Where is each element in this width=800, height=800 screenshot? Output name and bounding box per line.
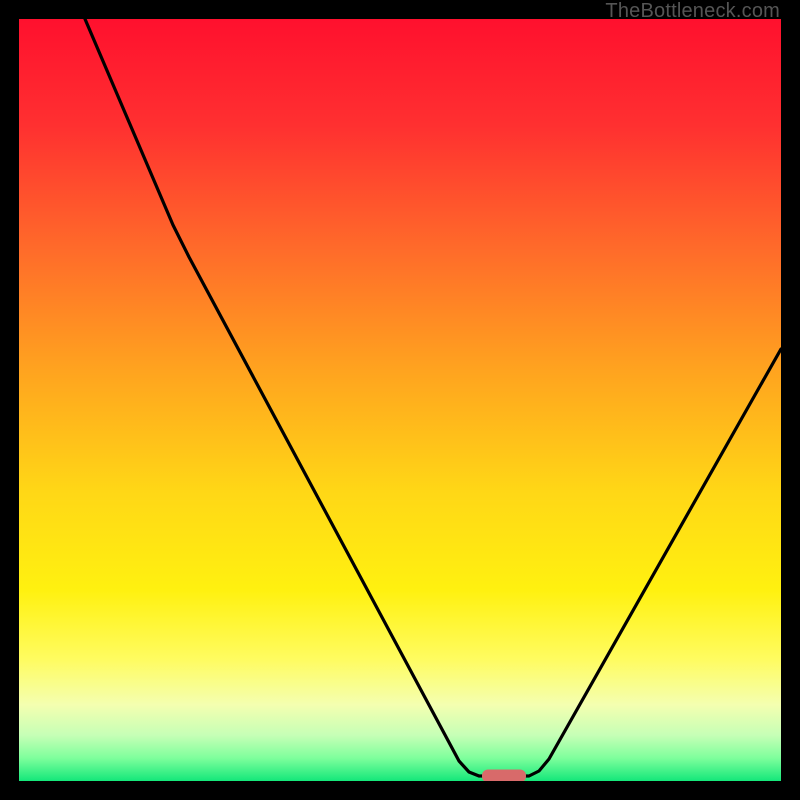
- bottleneck-chart: [19, 19, 781, 781]
- chart-frame: [19, 19, 781, 781]
- optimal-marker: [482, 770, 526, 782]
